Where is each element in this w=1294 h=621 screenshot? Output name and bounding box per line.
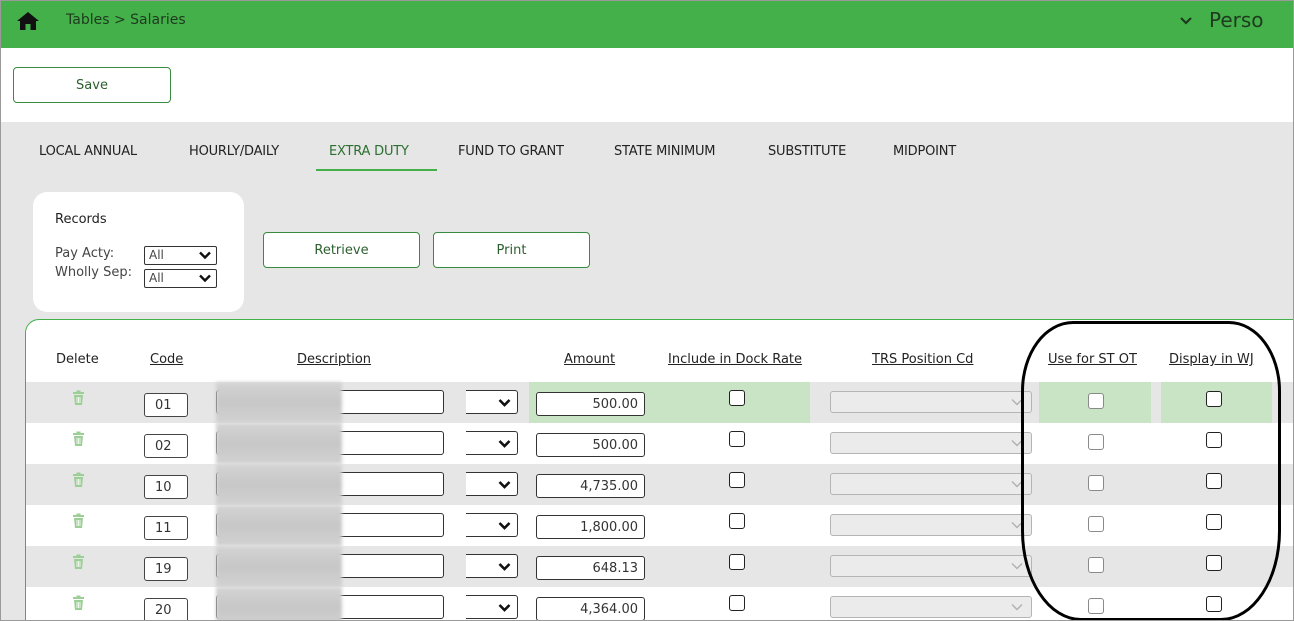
trs-position-select[interactable] bbox=[830, 555, 1032, 577]
code-input[interactable]: 19 bbox=[144, 557, 188, 581]
pay-acty-dropdown[interactable] bbox=[466, 431, 518, 455]
trash-icon[interactable] bbox=[72, 595, 85, 611]
wholly-sep-value: All bbox=[149, 271, 164, 285]
chevron-down-icon bbox=[1011, 604, 1023, 611]
amount-value: 500.00 bbox=[592, 396, 639, 412]
trash-icon[interactable] bbox=[72, 554, 85, 570]
amount-input[interactable]: 4,735.00 bbox=[536, 474, 645, 498]
trs-position-select[interactable] bbox=[830, 473, 1032, 495]
user-menu-label[interactable]: Perso bbox=[1209, 8, 1264, 32]
redacted-description bbox=[216, 546, 342, 587]
dock-rate-checkbox[interactable] bbox=[729, 431, 745, 447]
trs-position-select[interactable] bbox=[830, 432, 1032, 454]
chevron-down-icon bbox=[199, 251, 211, 260]
code-value: 01 bbox=[155, 397, 172, 413]
code-value: 02 bbox=[155, 438, 172, 454]
dock-rate-checkbox[interactable] bbox=[729, 554, 745, 570]
dock-rate-checkbox[interactable] bbox=[729, 513, 745, 529]
code-input[interactable]: 20 bbox=[144, 598, 188, 620]
amount-value: 1,800.00 bbox=[580, 519, 638, 535]
redacted-description bbox=[216, 382, 342, 423]
col-header-amount[interactable]: Amount bbox=[564, 352, 615, 367]
code-input[interactable]: 10 bbox=[144, 475, 188, 499]
redacted-description bbox=[216, 505, 342, 546]
chevron-down-icon bbox=[498, 563, 511, 571]
chevron-down-icon bbox=[498, 481, 511, 489]
chevron-down-icon bbox=[498, 604, 511, 612]
amount-input[interactable]: 1,800.00 bbox=[536, 515, 645, 539]
code-value: 19 bbox=[155, 561, 172, 577]
redacted-description bbox=[216, 423, 342, 464]
trash-icon[interactable] bbox=[72, 431, 85, 447]
chevron-down-icon bbox=[498, 440, 511, 448]
top-bar: Tables > Salaries Perso bbox=[1, 1, 1293, 48]
chevron-down-icon bbox=[1011, 563, 1023, 570]
redacted-description bbox=[216, 464, 342, 505]
trash-icon[interactable] bbox=[72, 472, 85, 488]
amount-value: 648.13 bbox=[592, 560, 639, 576]
breadcrumb: Tables > Salaries bbox=[66, 12, 186, 28]
chevron-down-icon bbox=[498, 399, 511, 407]
save-button[interactable]: Save bbox=[13, 67, 171, 103]
trash-icon[interactable] bbox=[72, 390, 85, 406]
amount-value: 500.00 bbox=[592, 437, 639, 453]
pay-acty-value: All bbox=[149, 248, 164, 262]
code-input[interactable]: 02 bbox=[144, 434, 188, 458]
records-title: Records bbox=[55, 212, 107, 227]
tab-state-minimum[interactable]: STATE MINIMUM bbox=[614, 144, 716, 159]
app-frame: Tables > Salaries Perso Save LOCAL ANNUA… bbox=[0, 0, 1294, 621]
amount-input[interactable]: 500.00 bbox=[536, 392, 645, 416]
retrieve-button[interactable]: Retrieve bbox=[263, 232, 420, 268]
pay-acty-dropdown[interactable] bbox=[466, 554, 518, 578]
chevron-down-icon bbox=[498, 522, 511, 530]
amount-input[interactable]: 648.13 bbox=[536, 556, 645, 580]
redacted-description bbox=[216, 587, 342, 620]
tab-hourly-daily[interactable]: HOURLY/DAILY bbox=[189, 144, 279, 159]
trs-position-select[interactable] bbox=[830, 514, 1032, 536]
active-tab-indicator bbox=[316, 169, 437, 171]
save-bar: Save bbox=[1, 48, 1293, 122]
pay-acty-select[interactable]: All bbox=[144, 246, 217, 265]
amount-input[interactable]: 4,364.00 bbox=[536, 597, 645, 620]
col-header-description[interactable]: Description bbox=[297, 352, 371, 367]
col-header-trs-position[interactable]: TRS Position Cd bbox=[872, 352, 973, 367]
tab-bar: LOCAL ANNUAL HOURLY/DAILY EXTRA DUTY FUN… bbox=[1, 144, 1001, 174]
col-header-code[interactable]: Code bbox=[150, 352, 183, 367]
records-filter-box: Records Pay Acty: All Wholly Sep: All bbox=[33, 192, 244, 312]
code-value: 20 bbox=[155, 602, 172, 618]
trash-icon[interactable] bbox=[72, 513, 85, 529]
chevron-down-icon[interactable] bbox=[1179, 15, 1193, 27]
pay-acty-dropdown[interactable] bbox=[466, 595, 518, 619]
code-value: 10 bbox=[155, 479, 172, 495]
home-icon[interactable] bbox=[16, 11, 40, 31]
col-header-delete: Delete bbox=[56, 352, 99, 367]
pay-acty-dropdown[interactable] bbox=[466, 390, 518, 414]
annotation-circle bbox=[1021, 321, 1281, 620]
print-button[interactable]: Print bbox=[433, 232, 590, 268]
tab-midpoint[interactable]: MIDPOINT bbox=[893, 144, 956, 159]
wholly-sep-select[interactable]: All bbox=[144, 269, 217, 288]
pay-acty-dropdown[interactable] bbox=[466, 472, 518, 496]
amount-value: 4,364.00 bbox=[580, 601, 638, 617]
tab-substitute[interactable]: SUBSTITUTE bbox=[768, 144, 846, 159]
code-input[interactable]: 01 bbox=[144, 393, 188, 417]
col-header-dock-rate[interactable]: Include in Dock Rate bbox=[668, 352, 802, 367]
trs-position-select[interactable] bbox=[830, 391, 1032, 413]
dock-rate-checkbox[interactable] bbox=[729, 595, 745, 611]
chevron-down-icon bbox=[199, 274, 211, 283]
dock-rate-checkbox[interactable] bbox=[729, 390, 745, 406]
pay-acty-dropdown[interactable] bbox=[466, 513, 518, 537]
tab-local-annual[interactable]: LOCAL ANNUAL bbox=[39, 144, 137, 159]
amount-input[interactable]: 500.00 bbox=[536, 433, 645, 457]
dock-rate-checkbox[interactable] bbox=[729, 472, 745, 488]
code-value: 11 bbox=[155, 520, 172, 536]
tab-extra-duty[interactable]: EXTRA DUTY bbox=[329, 144, 409, 159]
pay-acty-label: Pay Acty: bbox=[55, 246, 115, 261]
amount-value: 4,735.00 bbox=[580, 478, 638, 494]
tab-fund-to-grant[interactable]: FUND TO GRANT bbox=[458, 144, 564, 159]
code-input[interactable]: 11 bbox=[144, 516, 188, 540]
trs-position-select[interactable] bbox=[830, 596, 1032, 618]
wholly-sep-label: Wholly Sep: bbox=[55, 265, 132, 280]
